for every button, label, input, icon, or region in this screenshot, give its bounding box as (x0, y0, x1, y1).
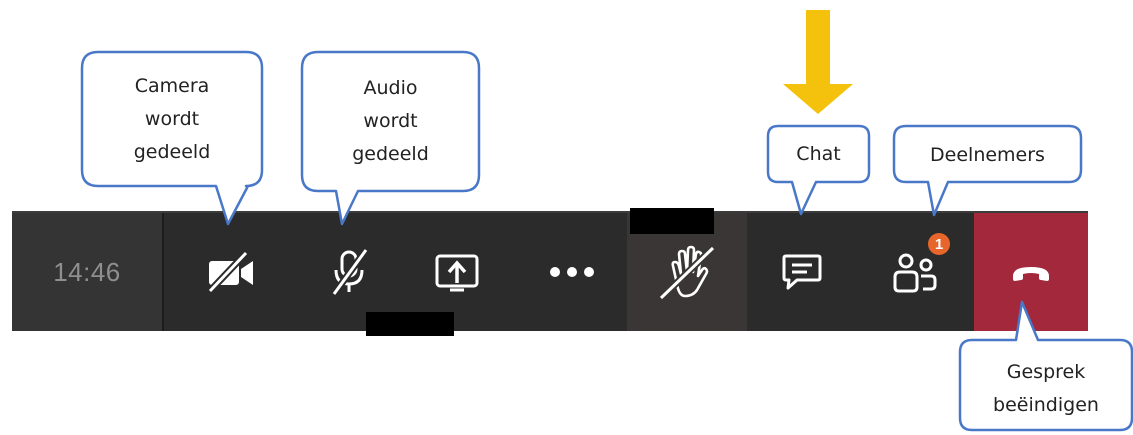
meeting-toolbar: 14:46 1 (12, 211, 1088, 331)
call-timer-segment: 14:46 (12, 213, 164, 331)
more-dots-icon (550, 267, 594, 277)
share-screen-icon (435, 254, 479, 292)
participants-icon (893, 253, 936, 293)
hangup-callout-text: Gesprek beëindigen (993, 361, 1099, 416)
hang-up-button[interactable] (974, 213, 1088, 331)
hand-off-icon (659, 245, 715, 300)
camera-callout-text: Camera wordt gedeeld (133, 75, 211, 163)
phone-hangup-icon (1013, 267, 1049, 281)
participants-callout-text: Deelnemers (930, 144, 1045, 166)
chat-button[interactable] (747, 213, 857, 331)
participants-count-badge: 1 (928, 233, 950, 255)
participants-button[interactable]: 1 (857, 213, 972, 331)
redaction-block (630, 208, 714, 234)
chat-callout-text: Chat (796, 143, 841, 165)
chat-icon (782, 254, 822, 290)
camera-toggle-button[interactable] (172, 213, 292, 331)
camera-off-icon (207, 250, 253, 294)
chat-pointer-arrow (783, 10, 853, 114)
audio-callout-text: Audio wordt gedeeld (352, 77, 429, 165)
mic-off-icon (330, 247, 369, 297)
redaction-block (366, 312, 454, 336)
more-options-button[interactable] (517, 213, 627, 331)
call-timer: 14:46 (53, 256, 121, 287)
